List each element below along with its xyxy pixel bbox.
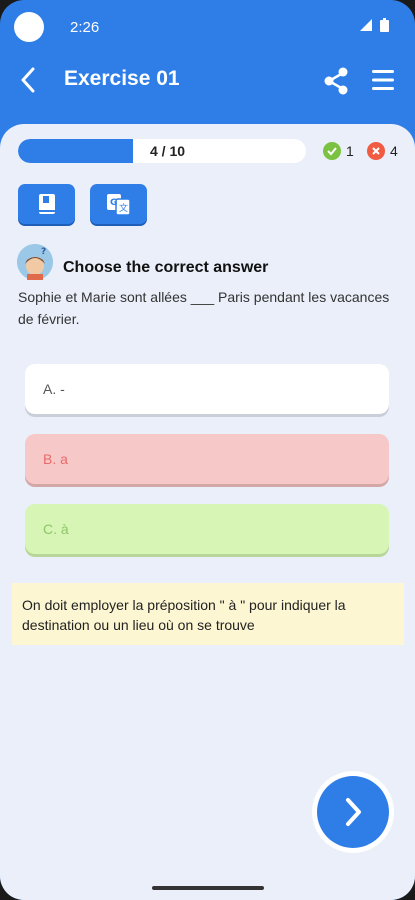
exercise-content: 4 / 10 1 4 G 文 ? Choose the correct answ…: [0, 124, 415, 900]
progress-bar: 4 / 10: [18, 139, 306, 163]
next-button[interactable]: [312, 771, 394, 853]
progress-text: 4 / 10: [150, 143, 186, 159]
svg-text:?: ?: [41, 247, 46, 257]
app-bar: Exercise 01: [0, 56, 415, 120]
svg-text:G: G: [110, 198, 117, 208]
wrong-count-value: 4: [390, 143, 398, 159]
student-icon: ?: [17, 244, 53, 280]
signal-icon: [360, 19, 372, 31]
chevron-right-icon: [346, 798, 361, 826]
answer-option-label: A. -: [43, 381, 65, 397]
share-button[interactable]: [321, 66, 351, 96]
menu-icon: [372, 70, 394, 90]
next-button-inner: [317, 776, 389, 848]
question-instruction: Choose the correct answer: [63, 259, 269, 276]
answer-option-b[interactable]: B. a: [25, 434, 389, 484]
correct-count-value: 1: [346, 143, 354, 159]
arrow-left-icon: [21, 67, 35, 93]
answer-option-label: C. à: [43, 521, 69, 537]
explanation-text: On doit employer la préposition " à " po…: [22, 597, 346, 633]
status-bar: 2:26: [0, 0, 415, 56]
menu-button[interactable]: [369, 66, 397, 94]
book-icon: [38, 194, 55, 214]
battery-icon: [380, 18, 389, 32]
status-time: 2:26: [70, 19, 100, 36]
translate-button[interactable]: G 文: [90, 184, 147, 224]
page-title: Exercise 01: [64, 67, 180, 90]
wrong-count: 4: [367, 142, 398, 160]
translate-icon: G 文: [106, 194, 131, 216]
svg-text:文: 文: [119, 202, 128, 214]
answer-option-c[interactable]: C. à: [25, 504, 389, 554]
progress-fill: [18, 139, 134, 163]
check-circle-icon: [323, 142, 341, 160]
question-text: Sophie et Marie sont allées ___ Paris pe…: [18, 289, 390, 327]
home-indicator[interactable]: [152, 886, 264, 890]
phone-screen: 2:26 Exercise 01 4 / 10 1 4 G 文 ? Choose…: [0, 0, 415, 900]
question-avatar: ?: [17, 244, 53, 280]
answer-option-a[interactable]: A. -: [25, 364, 389, 414]
correct-count: 1: [323, 142, 354, 160]
answer-option-label: B. a: [43, 451, 68, 467]
share-icon: [324, 67, 348, 95]
x-circle-icon: [367, 142, 385, 160]
back-button[interactable]: [14, 64, 42, 96]
camera-cutout: [14, 12, 44, 42]
explanation-box: On doit employer la préposition " à " po…: [12, 583, 404, 645]
lesson-button[interactable]: [18, 184, 75, 224]
status-icons: [360, 18, 389, 32]
